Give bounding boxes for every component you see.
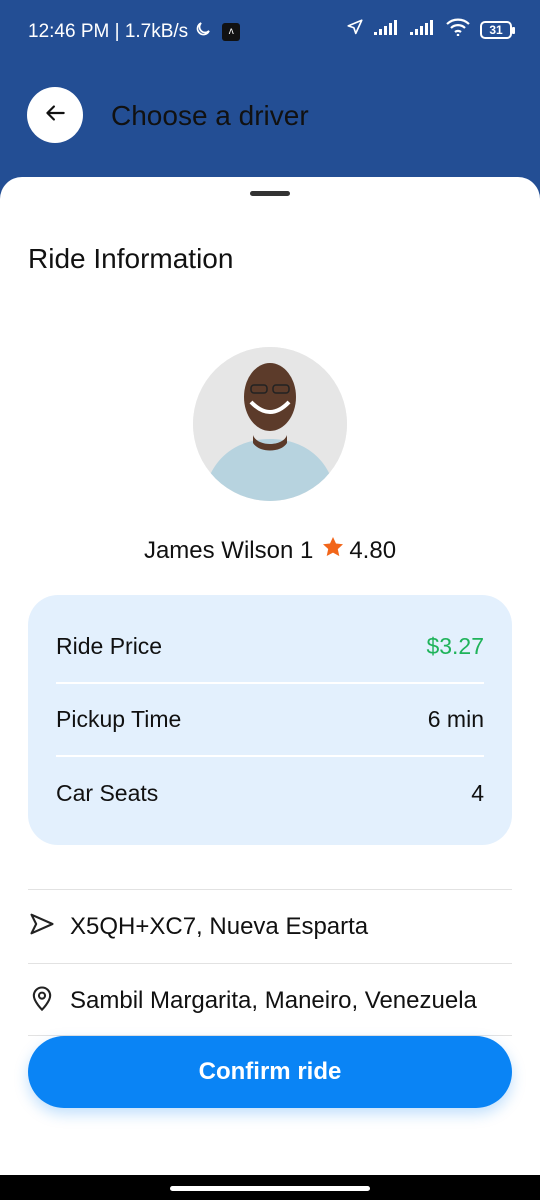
map-pin-icon [28,984,56,1019]
location-arrow-icon [346,18,364,42]
origin-row: X5QH+XC7, Nueva Esparta [28,891,512,963]
divider [28,889,512,890]
wifi-icon [446,18,470,42]
navigation-pointer-icon [28,910,56,945]
back-button[interactable] [27,87,83,143]
status-right: 31 [346,18,515,42]
page-title: Choose a driver [111,100,309,131]
home-gesture-bar[interactable] [170,1186,370,1191]
rating-value: 4.80 [349,536,397,564]
pickup-time-row: Pickup Time 6 min [56,684,484,757]
driver-info: James Wilson 1 4.80 [0,535,540,566]
moon-icon [194,20,212,44]
bottom-sheet: Ride Information James Wilson 1 4.80 Rid… [0,177,540,1200]
ride-details-card: Ride Price $3.27 Pickup Time 6 min Car S… [28,595,512,845]
pickup-time-label: Pickup Time [56,706,182,732]
status-bar: 12:46 PM | 1.7kB/s ʌ 31 [0,0,540,62]
status-left: 12:46 PM | 1.7kB/s ʌ [28,20,241,44]
ride-price-row: Ride Price $3.27 [56,611,484,684]
confirm-ride-button[interactable]: Confirm ride [28,1036,512,1108]
pickup-time-value: 6 min [427,706,484,732]
status-time-speed: 12:46 PM | 1.7kB/s [28,21,189,42]
divider [28,963,512,964]
ride-price-value: $3.27 [426,633,484,659]
signal-icon [374,19,400,41]
origin-address: X5QH+XC7, Nueva Esparta [70,913,369,940]
arrow-left-icon [42,100,68,131]
destination-row: Sambil Margarita, Maneiro, Venezuela [28,965,512,1037]
battery-icon: 31 [480,21,515,39]
app-notification-icon: ʌ [222,23,241,41]
sheet-drag-handle[interactable] [250,191,290,196]
driver-name: James Wilson 1 [143,536,314,564]
system-nav-bar [0,1175,540,1200]
driver-rating: 4.80 [321,535,396,566]
app-header: 12:46 PM | 1.7kB/s ʌ 31 Choose a driver [0,0,540,200]
driver-avatar [193,347,347,501]
ride-price-label: Ride Price [56,633,163,659]
destination-address: Sambil Margarita, Maneiro, Venezuela [70,987,477,1014]
car-seats-label: Car Seats [56,780,159,806]
section-title: Ride Information [28,243,234,274]
signal-icon-2 [410,19,436,41]
car-seats-value: 4 [471,780,484,806]
star-icon [321,535,345,566]
car-seats-row: Car Seats 4 [56,757,484,830]
